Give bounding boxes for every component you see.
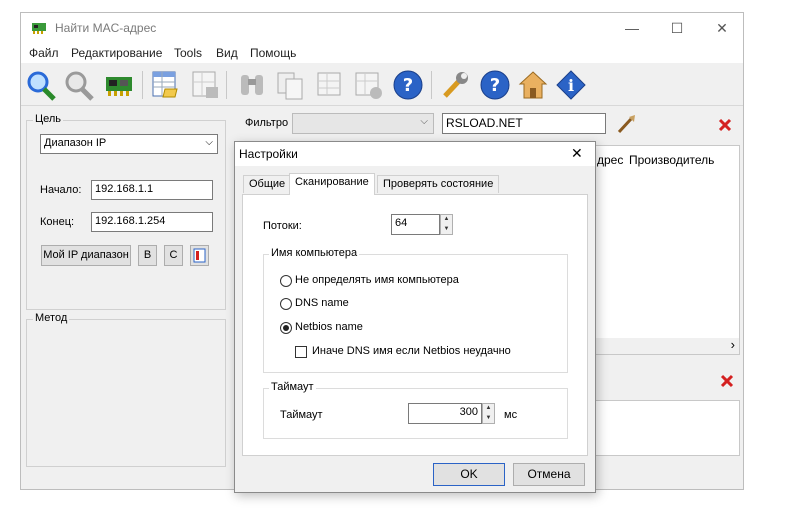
info-icon[interactable]: i: [555, 69, 587, 101]
target-group: Цель Диапазон IP ⌵ Начало: 192.168.1.1 К…: [26, 113, 226, 310]
radio-netbios-name-label[interactable]: Netbios name: [295, 321, 363, 333]
tab-general[interactable]: Общие: [243, 175, 292, 193]
table-export-icon[interactable]: [314, 69, 346, 101]
filter-label: Фильтро: [245, 117, 289, 129]
timeout-spinner[interactable]: ▲ ▼: [482, 403, 495, 424]
title-bar: Найти MAC-адрес — ☐ ✕: [21, 13, 743, 43]
network-card-icon: [32, 23, 46, 34]
settings-dialog: Настройки ✕ Общие Сканирование Проверять…: [234, 141, 596, 493]
my-ip-range-button[interactable]: Мой IP диапазон: [41, 245, 131, 266]
custom-range-button[interactable]: [190, 245, 209, 266]
chevron-down-icon: ⌵: [205, 137, 213, 148]
delete-log-icon[interactable]: [720, 374, 734, 388]
threads-spinner[interactable]: ▲ ▼: [440, 214, 453, 235]
stop-search-icon[interactable]: [63, 69, 95, 101]
delete-filter-icon[interactable]: [718, 118, 732, 132]
window-title: Найти MAC-адрес: [55, 21, 157, 35]
timeout-group-label: Таймаут: [269, 381, 316, 393]
search-icon[interactable]: [25, 69, 57, 101]
column-header-address[interactable]: дрес: [597, 153, 623, 167]
menu-help[interactable]: Помощь: [250, 46, 296, 60]
dialog-title-bar: Настройки ✕: [235, 142, 595, 166]
radio-no-name-label[interactable]: Не определять имя компьютера: [295, 274, 459, 286]
end-ip-input[interactable]: 192.168.1.254: [91, 212, 213, 232]
filter-select[interactable]: ⌵: [292, 113, 434, 134]
range-grid-icon: [193, 248, 206, 263]
broom-icon[interactable]: [615, 113, 637, 135]
class-b-button[interactable]: B: [138, 245, 157, 266]
dialog-close-button[interactable]: ✕: [571, 145, 583, 162]
column-header-vendor[interactable]: Производитель: [629, 153, 714, 167]
wrench-icon[interactable]: [439, 69, 471, 101]
radio-netbios-name[interactable]: [280, 322, 292, 334]
home-icon[interactable]: [517, 69, 549, 101]
tab-page-scanning: Потоки: 64 ▲ ▼ Имя компьютера Не определя…: [242, 194, 588, 456]
tab-check-status[interactable]: Проверять состояние: [377, 175, 500, 193]
timeout-unit: мс: [504, 409, 518, 421]
toolbar: ? ? i: [21, 65, 743, 106]
fallback-dns-checkbox[interactable]: [295, 346, 307, 358]
scroll-right-icon[interactable]: ›: [731, 337, 735, 352]
menu-tools[interactable]: Tools: [174, 46, 202, 60]
target-group-label: Цель: [33, 113, 64, 125]
ok-button[interactable]: OK: [433, 463, 505, 486]
radio-dns-name-label[interactable]: DNS name: [295, 297, 349, 309]
end-label: Конец:: [40, 216, 75, 228]
table-save-icon[interactable]: [189, 69, 221, 101]
radio-no-name[interactable]: [280, 275, 292, 287]
binoculars-icon[interactable]: [236, 69, 268, 101]
chevron-down-icon: ⌵: [420, 116, 428, 127]
computer-name-group-label: Имя компьютера: [269, 247, 360, 259]
close-button[interactable]: ✕: [711, 17, 733, 39]
threads-label: Потоки:: [263, 220, 302, 232]
start-label: Начало:: [40, 184, 82, 196]
computer-name-group: Имя компьютера Не определять имя компьют…: [263, 247, 568, 373]
radio-dns-name[interactable]: [280, 298, 292, 310]
class-c-button[interactable]: C: [164, 245, 183, 266]
help-circle-icon[interactable]: ?: [479, 69, 511, 101]
minimize-button[interactable]: —: [621, 17, 643, 39]
dialog-title: Настройки: [239, 147, 298, 161]
menu-edit[interactable]: Редактирование: [71, 46, 162, 60]
table-delete-icon[interactable]: [352, 69, 384, 101]
network-adapter-icon[interactable]: [103, 69, 135, 101]
threads-input[interactable]: 64: [391, 214, 440, 235]
copy-icon[interactable]: [274, 69, 306, 101]
help-icon[interactable]: ?: [392, 69, 424, 101]
table-open-icon[interactable]: [149, 69, 181, 101]
range-select-value: Диапазон IP: [44, 137, 107, 149]
fallback-dns-label[interactable]: Иначе DNS имя если Netbios неудачно: [312, 345, 511, 357]
start-ip-input[interactable]: 192.168.1.1: [91, 180, 213, 200]
tab-scanning[interactable]: Сканирование: [289, 173, 375, 195]
svg-text:?: ?: [490, 75, 500, 96]
menu-bar: Файл Редактирование Tools Вид Помощь: [21, 43, 743, 63]
log-panel: [586, 400, 740, 456]
menu-file[interactable]: Файл: [29, 46, 59, 60]
timeout-label: Таймаут: [280, 409, 323, 421]
range-select[interactable]: Диапазон IP ⌵: [40, 134, 218, 154]
filter-text-input[interactable]: RSLOAD.NET: [442, 113, 606, 134]
method-group-label: Метод: [33, 312, 70, 324]
timeout-input[interactable]: 300: [408, 403, 482, 424]
menu-view[interactable]: Вид: [216, 46, 238, 60]
svg-text:i: i: [568, 76, 574, 95]
svg-text:?: ?: [403, 75, 413, 96]
maximize-button[interactable]: ☐: [666, 17, 688, 39]
method-group: Метод: [26, 312, 226, 467]
cancel-button[interactable]: Отмена: [513, 463, 585, 486]
timeout-group: Таймаут Таймаут 300 ▲ ▼ мс: [263, 381, 568, 439]
